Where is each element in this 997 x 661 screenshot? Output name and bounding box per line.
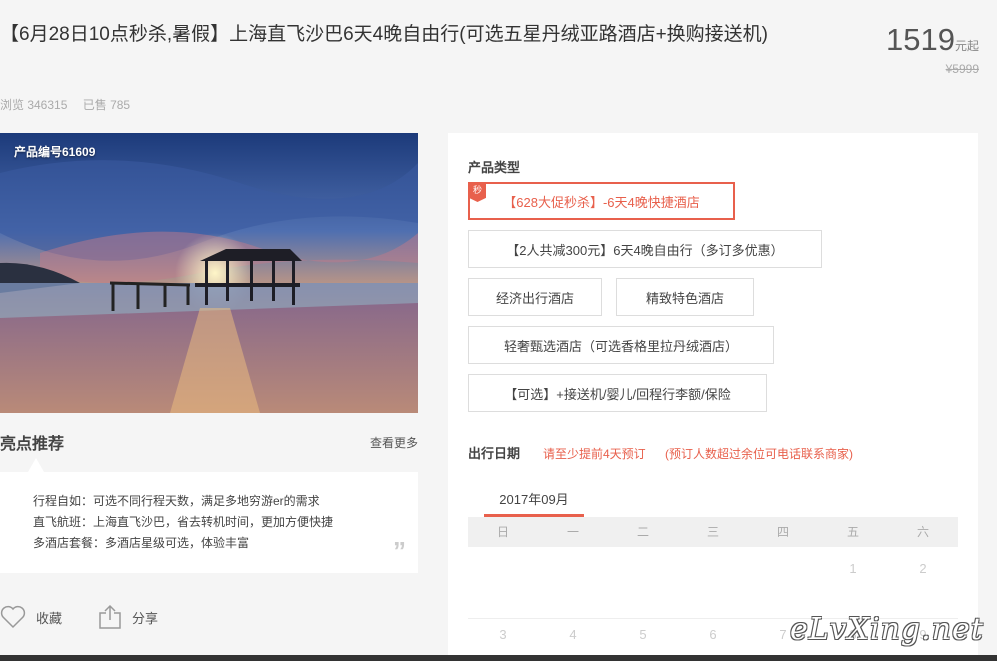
calendar-day[interactable]: 3 [468, 627, 538, 642]
option-group-discount[interactable]: 【2人共减300元】6天4晚自由行（多订多优惠） [468, 230, 822, 268]
calendar-day[interactable]: 4 [538, 627, 608, 642]
share-label: 分享 [132, 610, 159, 626]
option-label: 轻奢甄选酒店（可选香格里拉丹绒酒店） [503, 338, 738, 354]
current-price: 1519 [886, 22, 955, 57]
price-unit: 元起 [954, 39, 979, 53]
views-count: 浏览 346315 [0, 98, 68, 112]
heart-icon [0, 605, 26, 629]
calendar-day[interactable] [468, 561, 538, 576]
quote-icon: ” [393, 536, 406, 566]
calendar-day[interactable]: 1 [818, 561, 888, 576]
booking-panel: 产品类型 秒 【628大促秒杀】-6天4晚快捷酒店 【2人共减300元】6天4晚… [448, 133, 978, 661]
highlights-more-link[interactable]: 查看更多 [370, 434, 418, 451]
month-tab[interactable]: 2017年09月 [484, 489, 584, 517]
weekday: 一 [566, 525, 579, 539]
weekday: 二 [636, 525, 649, 539]
weekday-header: 日 一 二 三 四 五 六 [468, 517, 958, 547]
group-booking-note: (预订人数超过余位可电话联系商家) [665, 447, 853, 461]
product-title: 【6月28日10点秒杀,暑假】上海直飞沙巴6天4晚自由行(可选五星丹绒亚路酒店+… [0, 24, 768, 45]
weekday: 日 [496, 525, 509, 539]
favorite-label: 收藏 [36, 610, 63, 626]
weekday: 六 [916, 525, 929, 539]
advance-booking-note: 请至少提前4天预订 [543, 447, 646, 461]
highlights-caret [28, 458, 44, 472]
weekday: 五 [846, 525, 859, 539]
option-label: 【可选】+接送机/婴儿/回程行李额/保险 [504, 386, 731, 402]
share-button[interactable]: 分享 [98, 604, 158, 630]
calendar-day[interactable] [748, 561, 818, 576]
price-box: 1519元起 ¥5999 [886, 22, 979, 76]
share-icon [99, 604, 121, 629]
product-type-label: 产品类型 [468, 160, 521, 175]
calendar-day[interactable]: 5 [608, 627, 678, 642]
option-label: 经济出行酒店 [495, 290, 574, 306]
calendar-day[interactable]: 2 [888, 561, 958, 576]
product-stats: 浏览 346315 已售 785 [0, 96, 142, 113]
original-price: ¥5999 [945, 62, 979, 76]
highlight-line: 直飞航班：上海直飞沙巴，省去转机时间，更加方便快捷 [33, 515, 334, 529]
travel-date-label: 出行日期 [468, 446, 521, 461]
site-watermark: eLvXing.net [790, 612, 984, 647]
highlights-title: 亮点推荐 [0, 436, 65, 453]
bottom-strip [0, 655, 997, 661]
option-label: 精致特色酒店 [645, 290, 724, 306]
weekday: 三 [706, 525, 719, 539]
sold-count: 已售 785 [82, 98, 131, 112]
favorite-button[interactable]: 收藏 [0, 605, 62, 629]
option-label: 【628大促秒杀】-6天4晚快捷酒店 [503, 194, 700, 210]
flash-sale-badge: 秒 [469, 183, 486, 202]
option-label: 【2人共减300元】6天4晚自由行（多订多优惠） [506, 242, 784, 258]
calendar-day[interactable] [538, 561, 608, 576]
option-boutique-hotel[interactable]: 精致特色酒店 [616, 278, 754, 316]
option-addons[interactable]: 【可选】+接送机/婴儿/回程行李额/保险 [468, 374, 767, 412]
beach-pier-image [0, 133, 418, 413]
option-economy-hotel[interactable]: 经济出行酒店 [468, 278, 602, 316]
calendar-day[interactable] [608, 561, 678, 576]
action-bar: 收藏 分享 [0, 604, 194, 630]
weekday: 四 [776, 525, 789, 539]
option-flash-sale[interactable]: 秒 【628大促秒杀】-6天4晚快捷酒店 [468, 182, 735, 220]
product-number: 产品编号61609 [14, 145, 96, 159]
highlight-line: 多酒店套餐：多酒店星级可选，体验丰富 [33, 536, 250, 550]
highlight-line: 行程自如：可选不同行程天数，满足多地穷游er的需求 [33, 494, 320, 508]
highlights-box: 行程自如：可选不同行程天数，满足多地穷游er的需求 直飞航班：上海直飞沙巴，省去… [0, 472, 418, 573]
product-photo[interactable]: 产品编号61609 [0, 133, 418, 413]
option-luxury-hotel[interactable]: 轻奢甄选酒店（可选香格里拉丹绒酒店） [468, 326, 774, 364]
calendar-day[interactable] [678, 561, 748, 576]
calendar-day[interactable]: 6 [678, 627, 748, 642]
calendar-week: 1 2 [468, 561, 958, 576]
